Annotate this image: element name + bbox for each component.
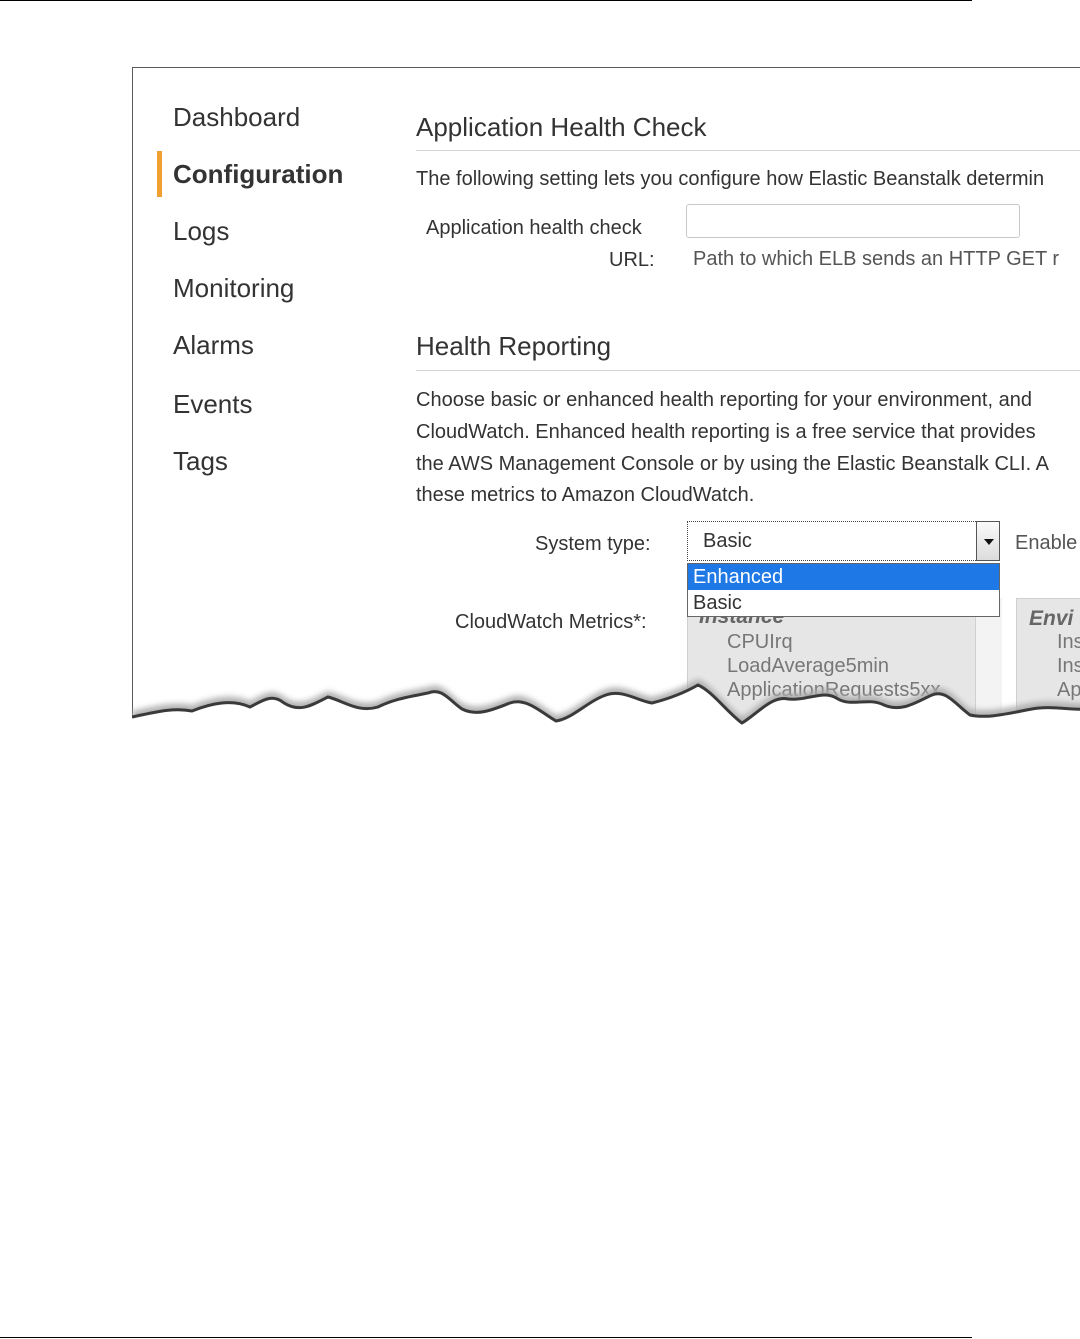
health-check-url-hint: Path to which ELB sends an HTTP GET r xyxy=(693,248,1060,270)
nav-item-logs[interactable]: Logs xyxy=(173,216,229,247)
health-check-url-input[interactable] xyxy=(686,204,1020,238)
nav-item-alarms[interactable]: Alarms xyxy=(173,330,254,361)
health-reporting-paragraph-line: the AWS Management Console or by using t… xyxy=(416,453,1049,475)
metric-item[interactable]: LoadAverage5min xyxy=(727,655,889,678)
health-check-url-label: Application health check xyxy=(426,217,642,239)
environment-group-header: Envi xyxy=(1029,607,1074,630)
nav-item-dashboard[interactable]: Dashboard xyxy=(173,102,300,133)
configuration-panel: Dashboard Configuration Logs Monitoring … xyxy=(132,67,1080,727)
cloudwatch-metrics-label: CloudWatch Metrics*: xyxy=(455,611,647,633)
metric-item[interactable]: Ap xyxy=(1057,679,1080,702)
system-type-dropdown: Enhanced Basic xyxy=(687,563,1000,617)
health-reporting-divider xyxy=(416,370,1080,371)
chevron-down-icon[interactable] xyxy=(976,521,1000,561)
health-reporting-title: Health Reporting xyxy=(416,331,612,361)
nav-item-tags[interactable]: Tags xyxy=(173,446,228,477)
bottom-page-rule xyxy=(0,1337,972,1338)
nav-item-events[interactable]: Events xyxy=(173,389,253,420)
enable-text: Enable xyxy=(1015,532,1078,554)
metric-item[interactable]: Ins xyxy=(1057,655,1080,678)
health-check-divider xyxy=(416,150,1080,151)
metric-item[interactable]: CPUIrq xyxy=(727,631,793,654)
screenshot-frame: Dashboard Configuration Logs Monitoring … xyxy=(132,67,1080,727)
system-type-select[interactable]: Basic xyxy=(687,521,1000,561)
health-reporting-paragraph-line: these metrics to Amazon CloudWatch. xyxy=(416,484,755,506)
system-type-label: System type: xyxy=(535,533,651,555)
metric-item[interactable]: ApplicationRequests5xx xyxy=(727,679,940,702)
system-type-selected-value: Basic xyxy=(703,530,752,552)
active-nav-indicator xyxy=(157,151,162,197)
health-reporting-paragraph-line: CloudWatch. Enhanced health reporting is… xyxy=(416,421,1036,443)
nav-item-monitoring[interactable]: Monitoring xyxy=(173,273,294,304)
top-page-rule xyxy=(0,0,972,1)
nav-item-configuration[interactable]: Configuration xyxy=(173,159,343,190)
system-type-option-enhanced[interactable]: Enhanced xyxy=(688,564,999,590)
instance-metrics-scrollbar[interactable] xyxy=(975,598,1002,727)
metric-item[interactable]: Ins xyxy=(1057,631,1080,654)
health-reporting-paragraph-line: Choose basic or enhanced health reportin… xyxy=(416,389,1032,411)
health-check-description: The following setting lets you configure… xyxy=(416,168,1045,190)
system-type-option-basic[interactable]: Basic xyxy=(688,590,999,616)
health-check-title: Application Health Check xyxy=(416,112,707,142)
health-check-url-label-suffix: URL: xyxy=(609,249,655,271)
